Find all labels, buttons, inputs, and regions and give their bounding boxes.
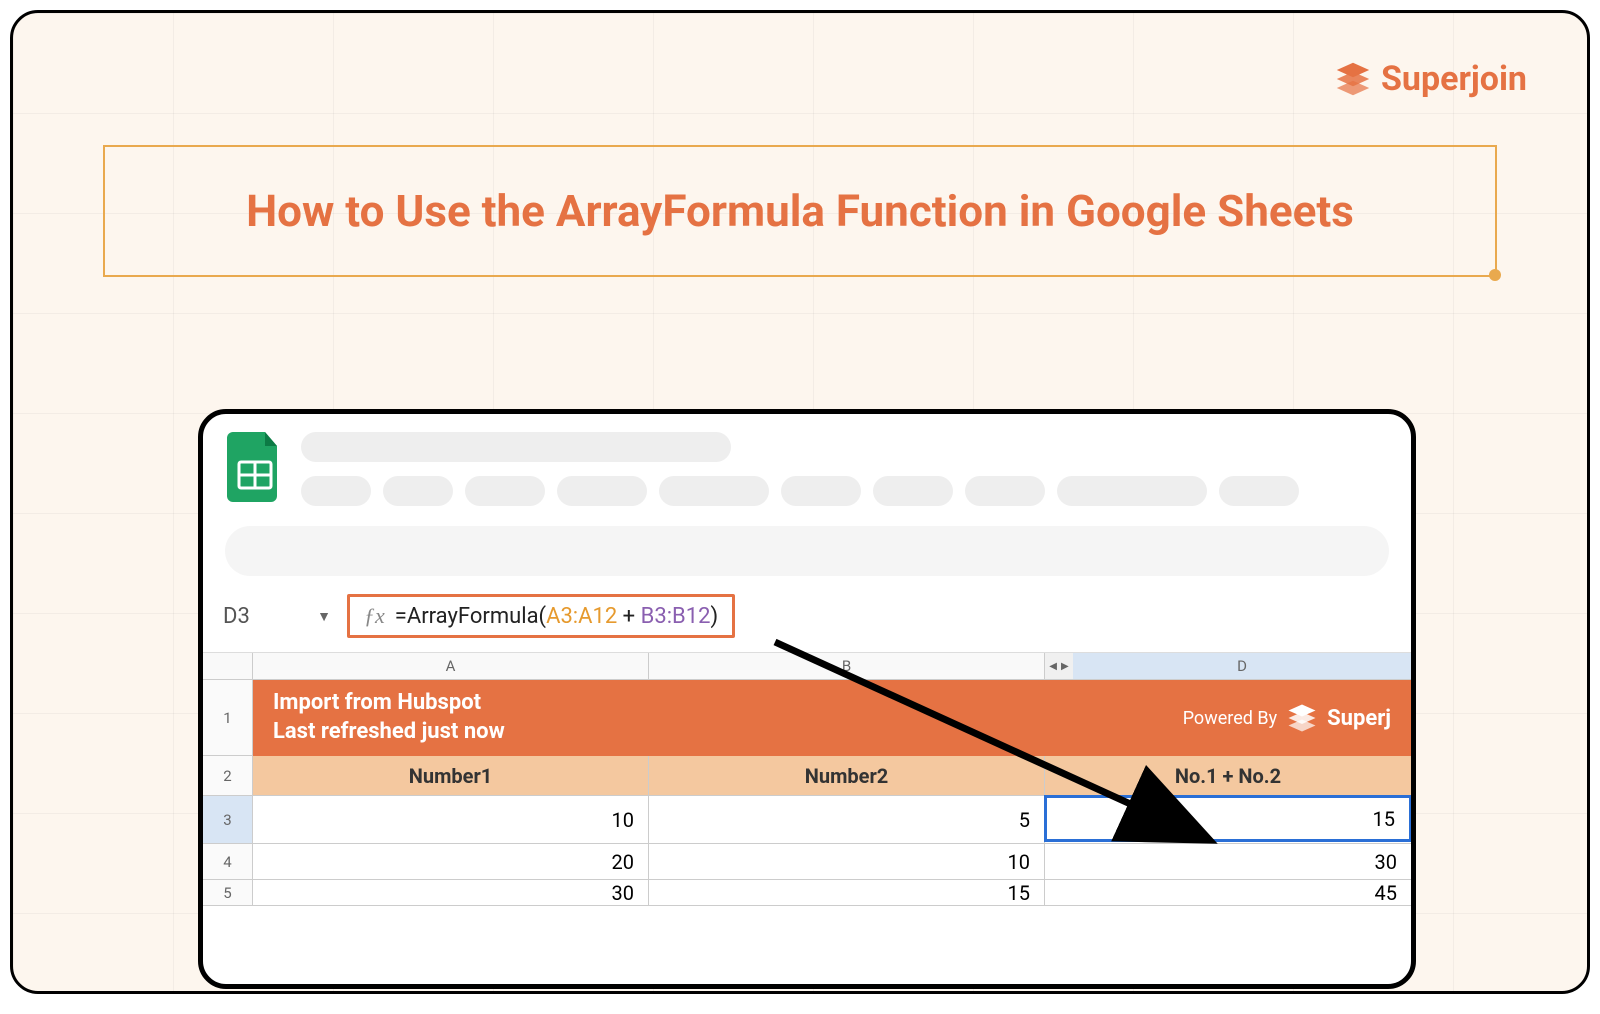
sheets-mock-frame: D3 ▼ ƒx =ArrayFormula(A3:A12 + B3:B12) A… [198, 409, 1416, 989]
selected-cell[interactable]: 15 [1044, 795, 1412, 842]
menu-ph-2 [383, 476, 453, 506]
column-header-B[interactable]: B [649, 653, 1045, 679]
row-number-4[interactable]: 4 [203, 844, 253, 879]
cell-B4[interactable]: 10 [649, 844, 1045, 879]
val-D5: 45 [1045, 880, 1411, 905]
google-sheets-icon [227, 432, 283, 502]
cell-B3[interactable]: 5 [649, 796, 1045, 843]
header-number2: Number2 [649, 756, 1044, 795]
table-row: 4 20 10 30 [203, 844, 1411, 880]
val-B5: 15 [649, 880, 1044, 905]
header-cell-A[interactable]: Number1 [253, 756, 649, 795]
menu-ph-3 [465, 476, 545, 506]
menu-ph-7 [873, 476, 953, 506]
doc-title-placeholder [301, 432, 731, 462]
banner-row: 1 Import from Hubspot Last refreshed jus… [203, 680, 1411, 756]
column-header-row[interactable]: A B ◀▶ D [203, 652, 1411, 680]
sheets-titlebar [203, 414, 1411, 512]
page-title-box: How to Use the ArrayFormula Function in … [103, 145, 1497, 277]
cell-A5[interactable]: 30 [253, 880, 649, 905]
cell-A4[interactable]: 20 [253, 844, 649, 879]
menu-placeholders [301, 476, 1387, 506]
select-all-corner[interactable] [203, 653, 253, 679]
superjoin-logo-icon [1335, 61, 1371, 97]
header-sum: No.1 + No.2 [1045, 756, 1411, 795]
menu-ph-6 [781, 476, 861, 506]
fx-icon: ƒx [364, 603, 385, 629]
toolbar-placeholder [225, 526, 1389, 576]
brand-name: Superjoin [1381, 59, 1527, 99]
val-A5: 30 [253, 880, 648, 905]
brand-logo: Superjoin [1335, 59, 1527, 99]
tutorial-card: Superjoin How to Use the ArrayFormula Fu… [10, 10, 1590, 994]
val-A4: 20 [253, 844, 648, 879]
column-header-A[interactable]: A [253, 653, 649, 679]
row-number-3[interactable]: 3 [203, 796, 253, 843]
table-row: 3 10 5 15 [203, 796, 1411, 844]
table-row: 5 30 15 45 [203, 880, 1411, 906]
table-header-row: 2 Number1 Number2 No.1 + No.2 [203, 756, 1411, 796]
menu-ph-5 [659, 476, 769, 506]
menu-ph-10 [1219, 476, 1299, 506]
formula-text[interactable]: =ArrayFormula(A3:A12 + B3:B12) [395, 604, 718, 629]
powered-by-label: Powered By [1183, 708, 1277, 729]
banner-line-1: Import from Hubspot [273, 689, 505, 718]
menu-ph-4 [557, 476, 647, 506]
formula-prefix: =ArrayFormula( [395, 604, 546, 629]
header-cell-D[interactable]: No.1 + No.2 [1045, 756, 1411, 795]
powered-by-brand: Superj [1327, 706, 1391, 731]
title-placeholders [301, 432, 1387, 506]
header-number1: Number1 [253, 756, 648, 795]
val-D3: 15 [1373, 807, 1395, 831]
formula-bar[interactable]: D3 ▼ ƒx =ArrayFormula(A3:A12 + B3:B12) [203, 594, 1411, 638]
banner-powered-by: Powered By Superj [1183, 703, 1391, 733]
column-header-D[interactable]: D [1073, 653, 1411, 679]
menu-ph-1 [301, 476, 371, 506]
cell-D4[interactable]: 30 [1045, 844, 1411, 879]
banner-text: Import from Hubspot Last refreshed just … [273, 689, 505, 746]
formula-range-2: B3:B12 [641, 604, 711, 629]
formula-op: + [617, 604, 640, 629]
cell-A3[interactable]: 10 [253, 796, 649, 843]
frozen-columns-handle[interactable]: ◀▶ [1045, 653, 1073, 679]
active-cell-ref: D3 [223, 604, 250, 629]
row-number-1[interactable]: 1 [203, 680, 253, 755]
val-B3: 5 [649, 796, 1044, 843]
formula-suffix: ) [710, 604, 718, 629]
page-title: How to Use the ArrayFormula Function in … [246, 185, 1354, 237]
row-number-5[interactable]: 5 [203, 880, 253, 905]
cell-D3[interactable]: 15 [1045, 796, 1411, 843]
chevron-down-icon[interactable]: ▼ [317, 608, 331, 625]
cell-D5[interactable]: 45 [1045, 880, 1411, 905]
import-banner: Import from Hubspot Last refreshed just … [253, 680, 1411, 756]
val-A3: 10 [253, 796, 648, 843]
title-resize-handle [1489, 269, 1501, 281]
name-box[interactable]: D3 ▼ [217, 604, 347, 629]
formula-range-1: A3:A12 [546, 604, 617, 629]
cell-B5[interactable]: 15 [649, 880, 1045, 905]
formula-box[interactable]: ƒx =ArrayFormula(A3:A12 + B3:B12) [347, 594, 735, 638]
val-D4: 30 [1045, 844, 1411, 879]
superjoin-logo-icon [1287, 703, 1317, 733]
header-cell-B[interactable]: Number2 [649, 756, 1045, 795]
row-number-2[interactable]: 2 [203, 756, 253, 795]
banner-line-2: Last refreshed just now [273, 718, 505, 747]
menu-ph-8 [965, 476, 1045, 506]
menu-ph-9 [1057, 476, 1207, 506]
val-B4: 10 [649, 844, 1044, 879]
